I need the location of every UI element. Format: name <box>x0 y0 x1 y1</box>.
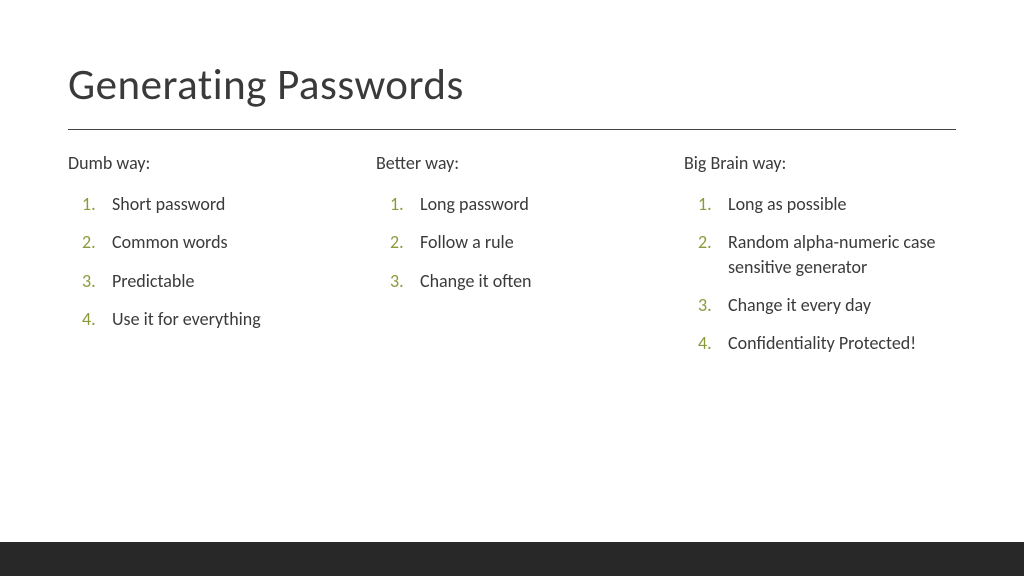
column-better-way: Better way: Long password Follow a rule … <box>376 152 648 369</box>
slide-content: Generating Passwords Dumb way: Short pas… <box>0 0 1024 576</box>
title-divider <box>68 129 956 130</box>
list-item: Long as possible <box>684 192 956 216</box>
list-item: Short password <box>68 192 340 216</box>
list-item-text: Change it often <box>420 269 532 293</box>
column-heading: Better way: <box>376 152 648 174</box>
list-item-text: Predictable <box>112 269 194 293</box>
list-item-text: Follow a rule <box>420 230 514 254</box>
column-heading: Big Brain way: <box>684 152 956 174</box>
footer-bar <box>0 542 1024 576</box>
column-list: Short password Common words Predictable … <box>68 192 340 331</box>
list-item-text: Confidentiality Protected! <box>728 331 916 355</box>
column-heading: Dumb way: <box>68 152 340 174</box>
list-item-text: Short password <box>112 192 225 216</box>
list-item: Common words <box>68 230 340 254</box>
list-item-text: Use it for everything <box>112 307 261 331</box>
list-item: Change it often <box>376 269 648 293</box>
columns-container: Dumb way: Short password Common words Pr… <box>68 152 956 369</box>
list-item: Long password <box>376 192 648 216</box>
list-item-text: Long password <box>420 192 529 216</box>
list-item: Follow a rule <box>376 230 648 254</box>
list-item-text: Random alpha-numeric case sensitive gene… <box>728 230 956 279</box>
column-list: Long password Follow a rule Change it of… <box>376 192 648 293</box>
list-item: Change it every day <box>684 293 956 317</box>
slide-title: Generating Passwords <box>68 58 956 111</box>
list-item-text: Common words <box>112 230 228 254</box>
list-item-text: Long as possible <box>728 192 847 216</box>
column-list: Long as possible Random alpha-numeric ca… <box>684 192 956 355</box>
column-big-brain-way: Big Brain way: Long as possible Random a… <box>684 152 956 369</box>
list-item-text: Change it every day <box>728 293 871 317</box>
list-item: Confidentiality Protected! <box>684 331 956 355</box>
list-item: Use it for everything <box>68 307 340 331</box>
column-dumb-way: Dumb way: Short password Common words Pr… <box>68 152 340 369</box>
list-item: Random alpha-numeric case sensitive gene… <box>684 230 956 279</box>
list-item: Predictable <box>68 269 340 293</box>
